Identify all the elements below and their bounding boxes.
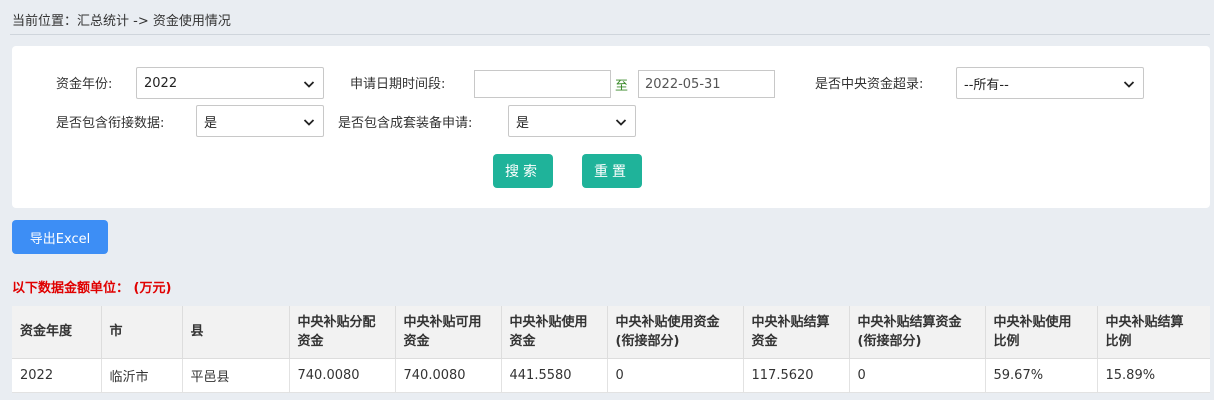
reset-button[interactable]: 重置 — [582, 154, 642, 188]
table-row[interactable]: 2022 临沂市 平邑县 740.0080 740.0080 441.5580 0 117.5… — [12, 358, 1210, 393]
search-button[interactable]: 搜索 — [493, 154, 553, 188]
column-header-line2: 比例 — [1105, 333, 1132, 349]
column-header-line1: 市 — [109, 324, 123, 340]
column-header[interactable]: 中央补贴分配 资金 — [289, 306, 396, 359]
fund-usage-table: 资金年度市县中央补贴分配 资金 中央补贴可用 资金 中央补贴使用 资金 中央补贴使用资金 (衔… — [12, 306, 1210, 393]
kit-apply-label: 是否包含成套装备申请: — [338, 116, 473, 131]
table-cell: 441.5580 — [501, 358, 608, 393]
chevron-down-icon — [615, 119, 627, 126]
table-cell: 0 — [849, 358, 986, 393]
column-header-line1: 中央补贴结算资金 — [857, 314, 962, 330]
chevron-down-icon — [303, 119, 315, 126]
table-header-row: 资金年度市县中央补贴分配 资金 中央补贴可用 资金 中央补贴使用 资金 中央补贴使用资金 (衔… — [12, 306, 1210, 359]
table-cell: 0 — [607, 358, 744, 393]
kit-apply-select-value: 是 — [516, 115, 530, 131]
column-header-line2: 资金 — [751, 333, 778, 349]
column-header-line1: 中央补贴使用资金 — [615, 314, 720, 330]
column-header[interactable]: 中央补贴使用 比例 — [985, 306, 1098, 359]
column-header-line1: 资金年度 — [20, 324, 73, 340]
column-header-line2: 资金 — [509, 333, 536, 349]
export-excel-button[interactable]: 导出Excel — [12, 220, 108, 254]
date-from-input[interactable] — [474, 70, 611, 98]
year-label: 资金年份: — [56, 77, 113, 92]
date-range-label: 申请日期时间段: — [350, 77, 446, 92]
year-select[interactable]: 2022 — [136, 67, 324, 99]
table-cell: 59.67% — [985, 358, 1098, 393]
table-cell: 740.0080 — [289, 358, 396, 393]
column-header-line2: (衔接部分) — [615, 333, 680, 349]
column-header-line2: 资金 — [297, 333, 324, 349]
column-header[interactable]: 市 — [101, 306, 183, 359]
column-header-line2: (衔接部分) — [857, 333, 922, 349]
year-select-value: 2022 — [144, 75, 178, 91]
date-to-value: 2022-05-31 — [645, 76, 721, 92]
kit-apply-select[interactable]: 是 — [508, 105, 636, 137]
breadcrumb: 当前位置：汇总统计 -> 资金使用情况 — [12, 14, 231, 29]
table-cell: 平邑县 — [182, 358, 290, 393]
breadcrumb-divider — [10, 34, 1210, 35]
column-header-line2: 比例 — [993, 333, 1020, 349]
column-header[interactable]: 中央补贴使用资金 (衔接部分) — [607, 306, 744, 359]
chevron-down-icon — [303, 81, 315, 88]
column-header[interactable]: 中央补贴结算 比例 — [1097, 306, 1210, 359]
search-panel: 资金年份: 2022 申请日期时间段: 至 2022-05-31 是否中央资金超… — [12, 46, 1210, 208]
table-cell: 15.89% — [1097, 358, 1210, 393]
table-cell: 117.5620 — [743, 358, 850, 393]
column-header[interactable]: 县 — [182, 306, 290, 359]
table-cell: 2022 — [12, 358, 102, 393]
date-to-input[interactable]: 2022-05-31 — [638, 70, 775, 98]
column-header-line1: 中央补贴结算 — [1105, 314, 1184, 330]
column-header[interactable]: 中央补贴可用 资金 — [395, 306, 502, 359]
column-header[interactable]: 资金年度 — [12, 306, 102, 359]
unit-note: 以下数据金额单位： (万元) — [12, 281, 172, 296]
table-cell: 740.0080 — [395, 358, 502, 393]
column-header-line1: 中央补贴使用 — [509, 314, 588, 330]
column-header-line1: 中央补贴分配 — [297, 314, 376, 330]
date-to-separator: 至 — [615, 79, 629, 94]
column-header-line1: 中央补贴使用 — [993, 314, 1072, 330]
table-cell: 临沂市 — [101, 358, 183, 393]
column-header-line1: 中央补贴可用 — [403, 314, 482, 330]
linked-data-select[interactable]: 是 — [196, 105, 324, 137]
linked-data-label: 是否包含衔接数据: — [56, 116, 165, 131]
column-header-line1: 县 — [190, 324, 204, 340]
overrecord-label: 是否中央资金超录: — [815, 77, 924, 92]
column-header-line2: 资金 — [403, 333, 430, 349]
column-header[interactable]: 中央补贴结算 资金 — [743, 306, 850, 359]
column-header[interactable]: 中央补贴结算资金 (衔接部分) — [849, 306, 986, 359]
linked-data-select-value: 是 — [204, 115, 218, 131]
column-header[interactable]: 中央补贴使用 资金 — [501, 306, 608, 359]
overrecord-select-value: --所有-- — [964, 77, 1009, 93]
chevron-down-icon — [1123, 81, 1135, 88]
overrecord-select[interactable]: --所有-- — [956, 67, 1144, 99]
column-header-line1: 中央补贴结算 — [751, 314, 830, 330]
data-table-container: 资金年度市县中央补贴分配 资金 中央补贴可用 资金 中央补贴使用 资金 中央补贴使用资金 (衔… — [12, 306, 1210, 393]
